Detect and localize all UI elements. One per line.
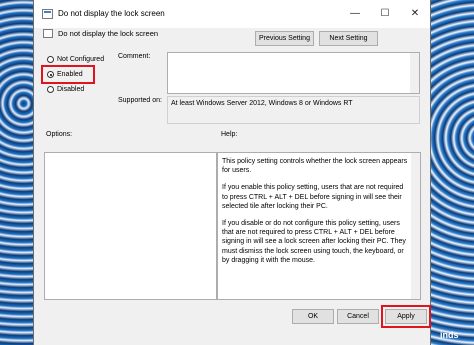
- enabled-highlight: [41, 65, 95, 84]
- next-setting-button[interactable]: Next Setting: [319, 31, 378, 46]
- help-paragraph: If you enable this policy setting, users…: [222, 184, 404, 210]
- maximize-button[interactable]: ☐: [370, 0, 400, 28]
- radio-label: Disabled: [57, 86, 85, 93]
- policy-icon: [43, 29, 53, 38]
- watermark: inds: [440, 330, 459, 340]
- close-button[interactable]: ✕: [400, 0, 430, 28]
- help-panel: This policy setting controls whether the…: [217, 152, 421, 300]
- ok-button[interactable]: OK: [292, 309, 334, 324]
- help-paragraph: This policy setting controls whether the…: [222, 158, 408, 175]
- policy-icon: [42, 9, 53, 19]
- title-bar[interactable]: Do not display the lock screen — ☐ ✕: [34, 0, 430, 28]
- options-label: Options:: [46, 131, 73, 138]
- minimize-button[interactable]: —: [340, 0, 370, 28]
- help-scrollbar[interactable]: [411, 153, 420, 299]
- comment-label: Comment:: [118, 53, 151, 60]
- help-text: This policy setting controls whether the…: [218, 153, 420, 273]
- window-title: Do not display the lock screen: [58, 9, 165, 18]
- radio-disabled[interactable]: Disabled: [47, 86, 84, 93]
- desktop-wallpaper-right: [430, 0, 474, 345]
- radio-circle[interactable]: [47, 56, 54, 63]
- radio-label: Not Configured: [57, 56, 105, 63]
- radio-not-configured[interactable]: Not Configured: [47, 56, 104, 63]
- comment-scrollbar[interactable]: [410, 53, 419, 93]
- policy-dialog: Do not display the lock screen — ☐ ✕ Do …: [33, 0, 431, 345]
- options-panel: [44, 152, 217, 300]
- supported-on-label: Supported on:: [118, 97, 162, 104]
- supported-on-text: At least Windows Server 2012, Windows 8 …: [171, 100, 353, 107]
- help-label: Help:: [221, 131, 238, 138]
- policy-name: Do not display the lock screen: [58, 29, 159, 38]
- supported-on-value: At least Windows Server 2012, Windows 8 …: [167, 96, 420, 124]
- cancel-button[interactable]: Cancel: [337, 309, 379, 324]
- comment-textarea[interactable]: [167, 52, 420, 94]
- previous-setting-button[interactable]: Previous Setting: [255, 31, 314, 46]
- help-paragraph: If you disable or do not configure this …: [222, 220, 406, 264]
- apply-highlight: [381, 305, 431, 328]
- radio-circle[interactable]: [47, 86, 54, 93]
